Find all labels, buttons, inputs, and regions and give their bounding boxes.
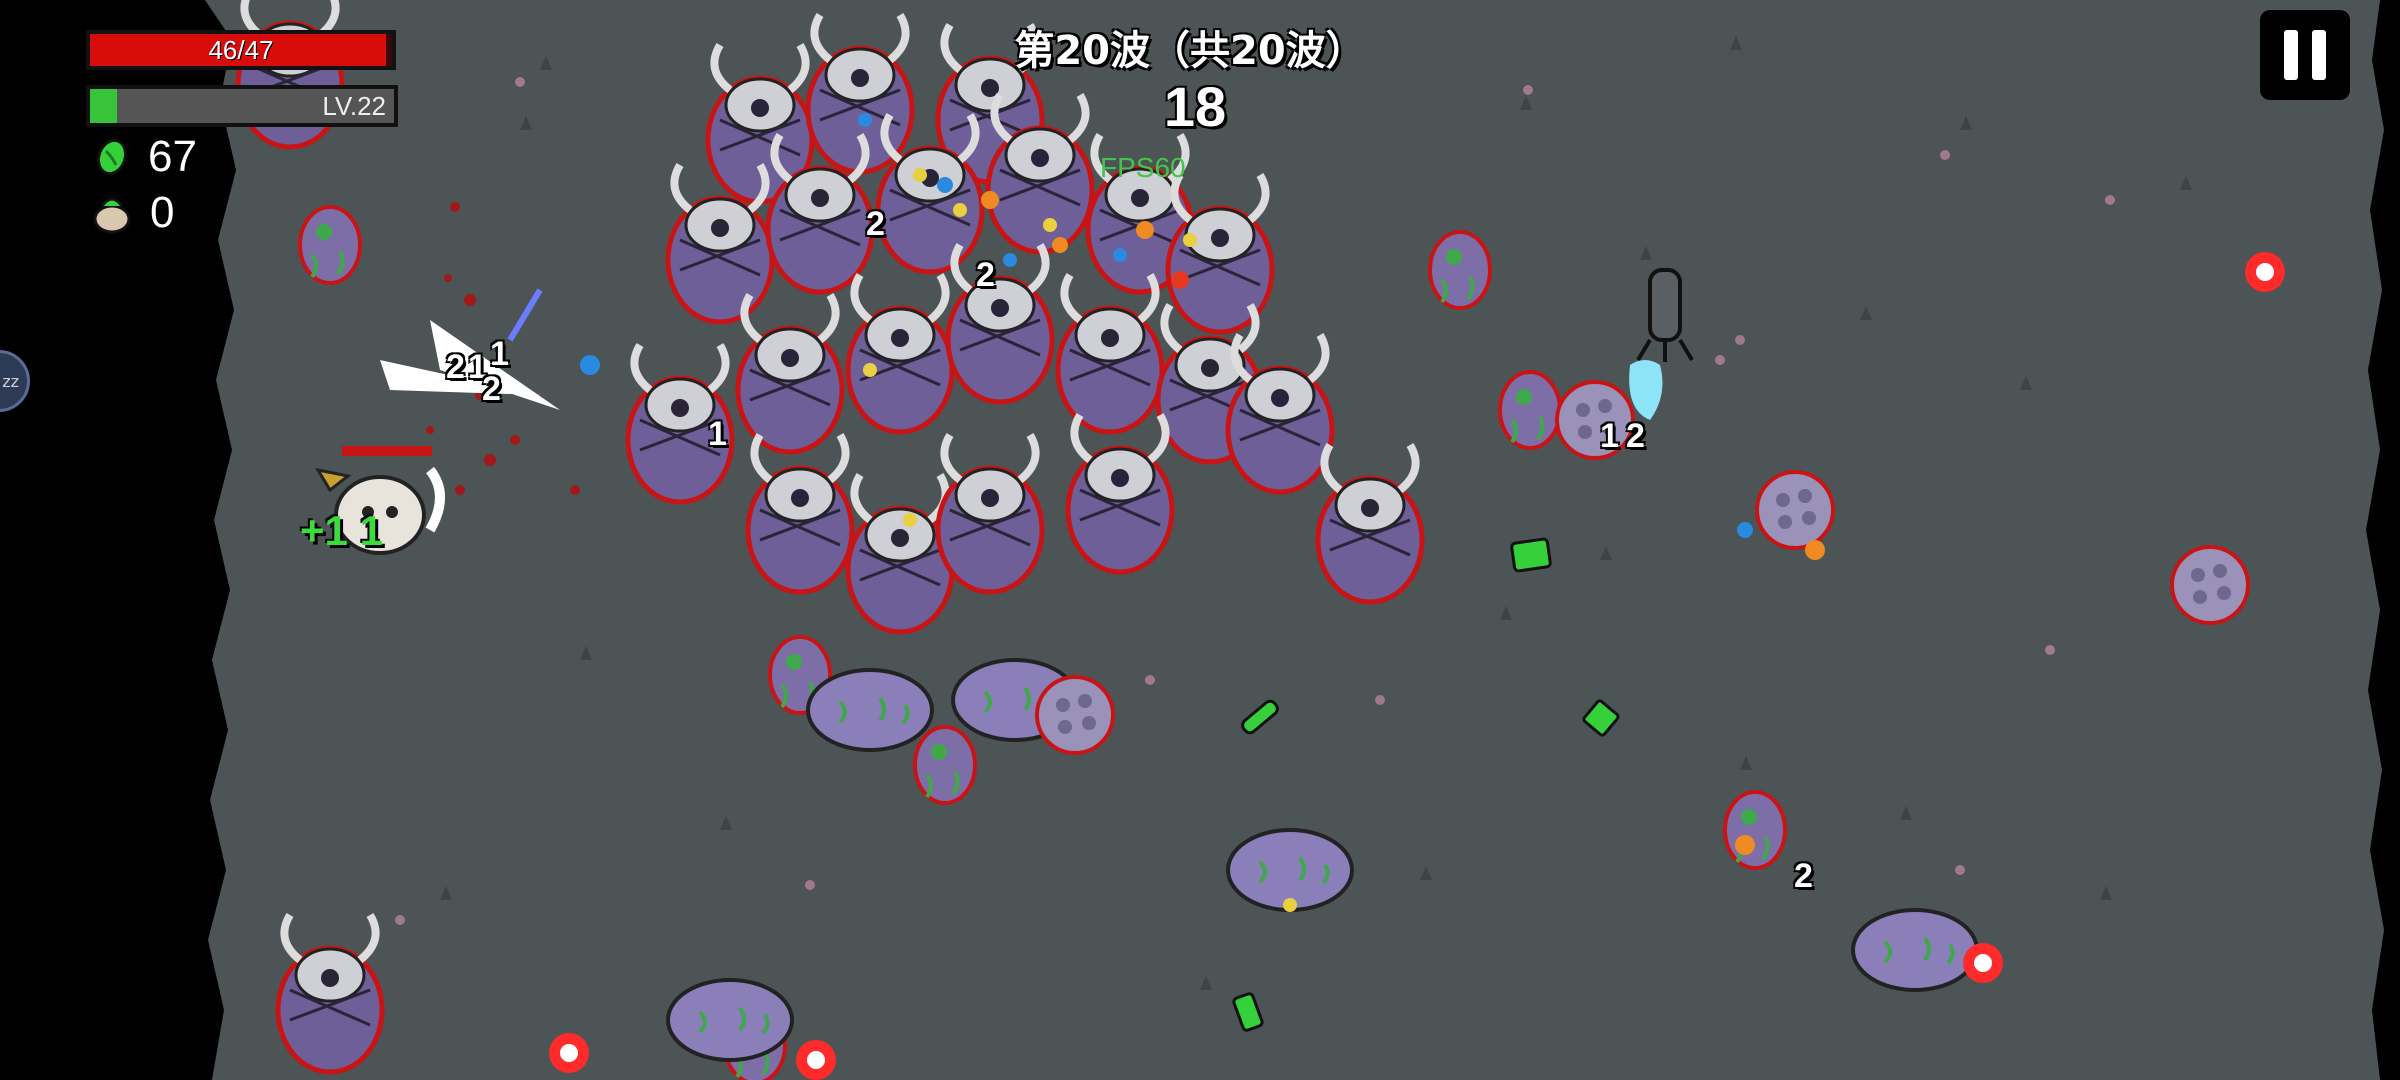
material-drop [1232, 992, 1264, 1032]
heal-number: +1 1 [300, 507, 383, 554]
material-drop [1241, 699, 1279, 735]
material-drops [1232, 537, 1620, 1032]
damage-number: 2 [1626, 417, 1645, 455]
materials-count: 67 [148, 132, 197, 181]
pause-icon [2284, 30, 2298, 80]
material-drop [1510, 537, 1552, 573]
damage-number: 1 [490, 335, 509, 373]
material-icon [96, 138, 128, 176]
pause-button[interactable] [2260, 10, 2350, 100]
level-text: LV.22 [322, 90, 386, 121]
damage-number: 2 [1794, 857, 1813, 895]
enemy-projectiles [549, 252, 2285, 1080]
game-screen: 2 2 1 2 1 2 1 1 2 2 +1 1 46/47 LV.22 67 … [0, 0, 2400, 1080]
experience-bar: LV.22 [86, 85, 398, 127]
damage-number: 2 [866, 205, 885, 243]
fps-counter: FPS60 [1100, 152, 1186, 183]
bag-count: 0 [150, 188, 175, 237]
health-bar: 46/47 [86, 30, 396, 70]
zz-icon: zz [2, 371, 19, 391]
wave-timer: 18 [1163, 75, 1227, 138]
damage-number: 1 [1600, 417, 1619, 455]
damage-number: 1 [708, 415, 727, 453]
colored-orbs [580, 113, 1825, 912]
material-drop [1582, 699, 1620, 737]
pause-icon-bar [2312, 30, 2326, 80]
experience-bar-fill [90, 89, 118, 123]
damage-number: 2 [482, 370, 501, 408]
damage-number: 2 [446, 348, 465, 386]
health-text: 46/47 [208, 34, 274, 65]
materials-counter: 67 [94, 132, 197, 182]
wave-indicator: 第20波（共20波） [1014, 28, 1366, 74]
bag-icon [93, 197, 131, 234]
damage-number: 2 [976, 256, 995, 294]
bag-counter: 0 [92, 188, 174, 238]
